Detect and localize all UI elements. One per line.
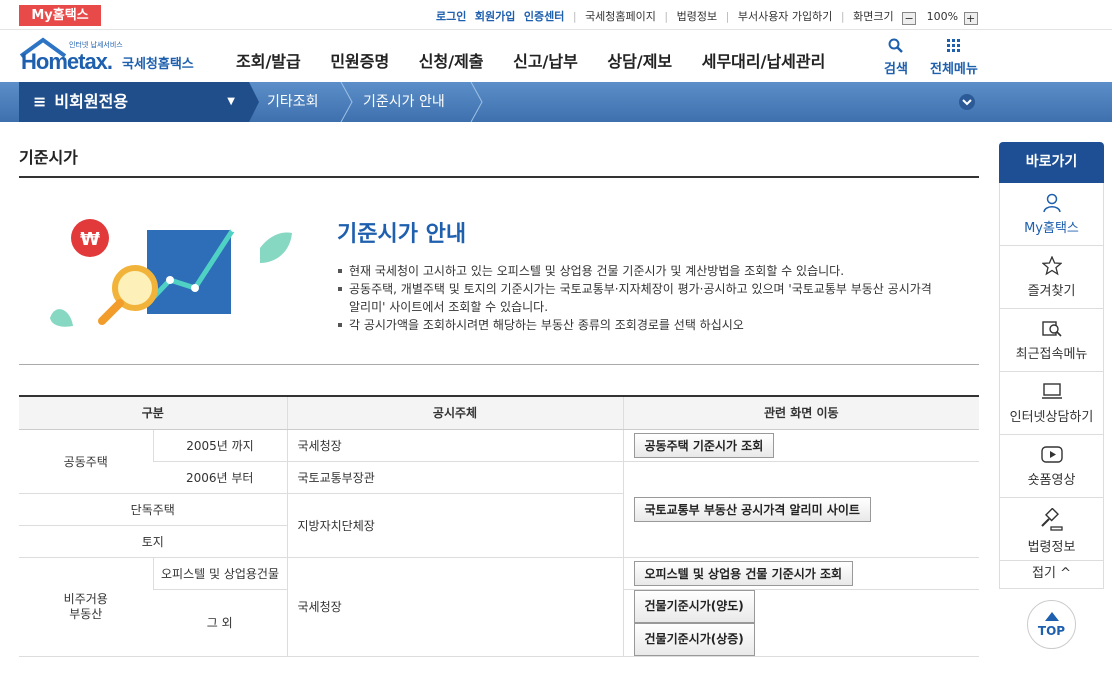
utility-links: 로그인 회원가입 인증센터 | 국세청홈페이지 | 법령정보 | 부서사용자 가… xyxy=(436,8,983,25)
table-row: 2006년 부터 국토교통부장관 국토교통부 부동산 공시가격 알리미 사이트 xyxy=(19,461,979,558)
play-icon xyxy=(1040,446,1063,463)
svg-text:₩: ₩ xyxy=(80,229,100,250)
guide-bullet: 각 공시가액을 조회하시려면 해당하는 부동산 종류의 조회경로를 선택 하십시… xyxy=(337,316,937,334)
star-icon xyxy=(1040,255,1063,276)
arrow-up-icon xyxy=(1044,612,1059,621)
logo-brand: Hometax. xyxy=(21,49,113,74)
zoom-label: 화면크기 xyxy=(853,10,894,23)
table-header-row: 구분 공시주체 관련 화면 이동 xyxy=(19,395,979,430)
quick-favorites[interactable]: 즐겨찾기 xyxy=(999,246,1104,309)
apartment-price-button[interactable]: 공동주택 기준시가 조회 xyxy=(633,432,775,458)
menu-inquiry[interactable]: 조회/발급 xyxy=(236,52,301,71)
dept-signup-link[interactable]: 부서사용자 가입하기 xyxy=(738,10,833,23)
quick-menu-title: 바로가기 xyxy=(999,142,1104,183)
login-link[interactable]: 로그인 xyxy=(436,10,466,23)
col-header: 구분 xyxy=(19,395,287,430)
price-chart-illustration: ₩ xyxy=(50,219,292,327)
menu-consult[interactable]: 상담/제보 xyxy=(607,52,672,71)
breadcrumb-etc[interactable]: 기타조회 xyxy=(267,82,319,122)
grid-icon xyxy=(946,39,960,52)
molit-price-site-button[interactable]: 국토교통부 부동산 공시가격 알리미 사이트 xyxy=(633,496,871,522)
quick-recent-menu[interactable]: 최근접속메뉴 xyxy=(999,309,1104,372)
quick-short-video[interactable]: 숏폼영상 xyxy=(999,435,1104,498)
col-header: 관련 화면 이동 xyxy=(622,395,979,430)
subcategory-cell: 오피스텔 및 상업용건물 xyxy=(152,557,287,590)
period-cell: 2006년 부터 xyxy=(153,461,287,494)
my-hometax-badge[interactable]: My홈택스 xyxy=(19,5,101,26)
building-price-inheritance-button[interactable]: 건물기준시가(상증) xyxy=(633,622,755,656)
menu-apply[interactable]: 신청/제출 xyxy=(419,52,484,71)
gavel-icon xyxy=(1040,507,1063,531)
menu-report-pay[interactable]: 신고/납부 xyxy=(513,52,578,71)
guide-bullet: 현재 국세청이 고시하고 있는 오피스텔 및 상업용 건물 기준시가 및 계산방… xyxy=(337,262,937,280)
guide-description: 현재 국세청이 고시하고 있는 오피스텔 및 상업용 건물 기준시가 및 계산방… xyxy=(337,262,937,334)
building-price-transfer-button[interactable]: 건물기준시가(양도) xyxy=(633,589,755,623)
logo-korean: 국세청홈택스 xyxy=(122,57,194,72)
category-cell: 공동주택 xyxy=(19,429,153,494)
signup-link[interactable]: 회원가입 xyxy=(475,10,515,23)
scroll-top-button[interactable]: TOP xyxy=(1027,600,1076,649)
table-row: 공동주택 2005년 까지 국세청장 공동주택 기준시가 조회 xyxy=(19,429,979,494)
quick-online-consult[interactable]: 인터넷상담하기 xyxy=(999,372,1104,435)
utility-bar: My홈택스 로그인 회원가입 인증센터 | 국세청홈페이지 | 법령정보 | 부… xyxy=(0,0,1112,30)
quick-fold-button[interactable]: 접기 ^ xyxy=(999,561,1104,589)
authority-cell: 국토교통부장관 xyxy=(286,461,623,494)
recent-search-icon xyxy=(1041,321,1062,337)
standard-price-table: 구분 공시주체 관련 화면 이동 공동주택 2005년 까지 국세청장 공동주택… xyxy=(19,395,979,657)
page-title: 기준시가 xyxy=(19,148,78,167)
zoom-in-button[interactable]: + xyxy=(963,12,978,25)
search-icon xyxy=(888,38,903,53)
authority-cell: 국세청장 xyxy=(286,429,623,462)
guide-title: 기준시가 안내 xyxy=(337,222,467,247)
breadcrumb-current[interactable]: 기준시가 안내 xyxy=(363,82,445,122)
menu-agent[interactable]: 세무대리/납세관리 xyxy=(702,52,826,71)
main-menu: 조회/발급 민원증명 신청/제출 신고/납부 상담/제보 세무대리/납세관리 xyxy=(236,48,849,72)
zoom-out-button[interactable]: − xyxy=(902,12,917,25)
authority-cell: 지방자치단체장 xyxy=(286,493,623,558)
quick-law-info[interactable]: 법령정보 xyxy=(999,498,1104,561)
quick-menu: 바로가기 My홈택스 즐겨찾기 최근접속메뉴 인터넷상담하기 숏폼영상 법령정보… xyxy=(999,142,1104,589)
search-button[interactable]: 검색 xyxy=(884,38,908,77)
laptop-icon xyxy=(1041,383,1062,399)
law-info-link[interactable]: 법령정보 xyxy=(677,10,717,23)
breadcrumb-separator-icon xyxy=(249,82,259,122)
hometax-logo[interactable]: 인터넷 납세서비스 Hometax. 국세청홈택스 xyxy=(19,36,204,78)
zoom-value: 100% xyxy=(926,10,959,23)
dropdown-caret-icon: ▼ xyxy=(227,96,235,107)
cert-center-link[interactable]: 인증센터 xyxy=(524,10,564,23)
guide-bullet: 공동주택, 개별주택 및 토지의 기준시가는 국토교통부·지자체장이 평가·공시… xyxy=(337,280,937,316)
nts-home-link[interactable]: 국세청홈페이지 xyxy=(585,10,656,23)
breadcrumb-chevron-icon xyxy=(340,82,353,122)
user-icon xyxy=(1042,193,1061,213)
authority-cell: 국세청장 xyxy=(286,557,623,657)
title-divider xyxy=(19,176,979,178)
menu-certificate[interactable]: 민원증명 xyxy=(330,52,389,71)
col-header: 공시주체 xyxy=(286,395,623,430)
breadcrumb-chevron-icon xyxy=(470,82,483,122)
subcategory-cell: 그 외 xyxy=(153,589,287,657)
hamburger-icon: ≡ xyxy=(33,92,47,111)
expand-circle-icon[interactable] xyxy=(958,93,976,111)
table-row: 비주거용 부동산 오피스텔 및 상업용건물 국세청장 오피스텔 및 상업용 건물… xyxy=(19,557,979,657)
member-mode-dropdown[interactable]: ≡ 비회원전용 ▼ xyxy=(19,82,249,122)
all-menu-button[interactable]: 전체메뉴 xyxy=(930,38,978,77)
quick-my-hometax[interactable]: My홈택스 xyxy=(999,183,1104,246)
section-divider xyxy=(19,364,979,365)
category-cell: 단독주택 xyxy=(19,493,287,526)
category-cell: 비주거용 부동산 xyxy=(19,557,153,657)
officetel-price-button[interactable]: 오피스텔 및 상업용 건물 기준시가 조회 xyxy=(633,560,854,586)
period-cell: 2005년 까지 xyxy=(152,429,287,462)
category-cell: 토지 xyxy=(19,525,287,558)
